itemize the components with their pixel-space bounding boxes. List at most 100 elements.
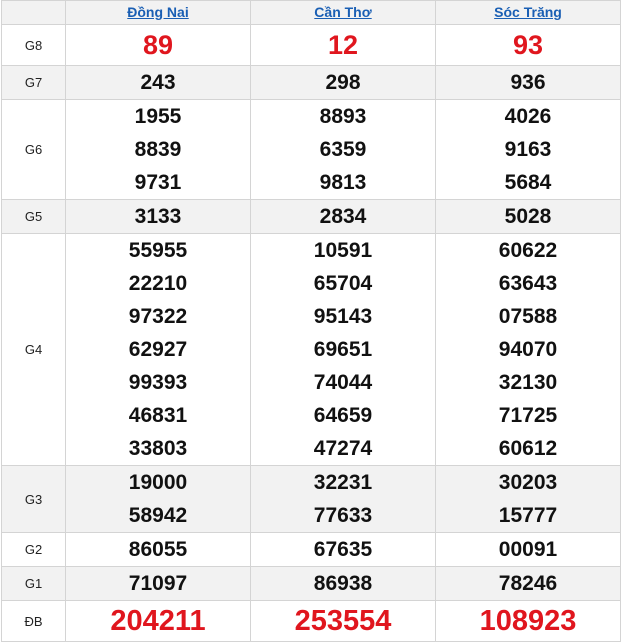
prize-cell: 1955 8839 9731 — [65, 99, 251, 200]
prize-label: G6 — [1, 99, 66, 200]
prize-number: 2834 — [319, 205, 367, 228]
prize-number: 3133 — [134, 205, 182, 228]
prize-cell: 10591 65704 95143 69651 74044 64659 47274 — [250, 233, 436, 466]
prize-number: 46831 — [128, 404, 188, 427]
prize-cell: 298 — [250, 65, 436, 100]
prize-number: 60612 — [498, 437, 558, 460]
prize-number: 94070 — [498, 338, 558, 361]
prize-number: 00091 — [498, 538, 558, 561]
prize-number: 93 — [512, 30, 544, 60]
prize-number: 6359 — [319, 138, 367, 161]
province-link-dong-nai[interactable]: Đồng Nai — [127, 4, 188, 20]
prize-label: G4 — [1, 233, 66, 466]
prize-row-g2: G2 86055 67635 00091 — [1, 532, 621, 567]
prize-cell: 60622 63643 07588 94070 32130 71725 60612 — [435, 233, 621, 466]
prize-number: 4026 — [504, 105, 552, 128]
prize-cell: 12 — [250, 24, 436, 66]
prize-row-g3: G3 19000 58942 32231 77633 30203 15777 — [1, 465, 621, 533]
province-header: Sóc Trăng — [435, 0, 621, 25]
prize-label: G2 — [1, 532, 66, 567]
prize-number: 9731 — [134, 171, 182, 194]
prize-cell: 00091 — [435, 532, 621, 567]
prize-label: ĐB — [1, 600, 66, 642]
prize-cell: 93 — [435, 24, 621, 66]
header-corner — [1, 0, 66, 25]
prize-number: 12 — [327, 30, 359, 60]
prize-number: 243 — [140, 71, 176, 94]
prize-number: 298 — [325, 71, 361, 94]
prize-cell: 78246 — [435, 566, 621, 601]
prize-number: 936 — [510, 71, 546, 94]
results-body: G8 89 12 93 G7 243 298 936 G6 1955 8839 9731 8893 635… — [1, 24, 621, 642]
prize-number: 108923 — [479, 605, 577, 637]
lottery-results-table: Đồng Nai Cần Thơ Sóc Trăng G8 89 12 93 G7 243… — [1, 0, 621, 642]
prize-cell: 936 — [435, 65, 621, 100]
prize-cell: 32231 77633 — [250, 465, 436, 533]
prize-number: 19000 — [128, 471, 188, 494]
prize-number: 55955 — [128, 239, 188, 262]
prize-cell: 19000 58942 — [65, 465, 251, 533]
prize-cell: 243 — [65, 65, 251, 100]
header-row: Đồng Nai Cần Thơ Sóc Trăng — [1, 0, 621, 25]
prize-cell: 89 — [65, 24, 251, 66]
prize-cell: 2834 — [250, 199, 436, 234]
prize-number: 32130 — [498, 371, 558, 394]
prize-number: 22210 — [128, 272, 188, 295]
prize-number: 9813 — [319, 171, 367, 194]
prize-number: 86938 — [313, 572, 373, 595]
prize-row-đb: ĐB 204211 253554 108923 — [1, 600, 621, 642]
prize-row-g8: G8 89 12 93 — [1, 24, 621, 66]
prize-row-g5: G5 3133 2834 5028 — [1, 199, 621, 234]
prize-number: 74044 — [313, 371, 373, 394]
prize-number: 1955 — [134, 105, 182, 128]
province-link-soc-trang[interactable]: Sóc Trăng — [494, 4, 562, 20]
prize-number: 78246 — [498, 572, 558, 595]
prize-number: 30203 — [498, 471, 558, 494]
prize-number: 58942 — [128, 504, 188, 527]
prize-row-g1: G1 71097 86938 78246 — [1, 566, 621, 601]
prize-cell: 3133 — [65, 199, 251, 234]
prize-number: 95143 — [313, 305, 373, 328]
prize-cell: 86938 — [250, 566, 436, 601]
province-link-can-tho[interactable]: Cần Thơ — [314, 4, 371, 20]
prize-row-g7: G7 243 298 936 — [1, 65, 621, 100]
prize-cell: 86055 — [65, 532, 251, 567]
prize-number: 9163 — [504, 138, 552, 161]
prize-cell: 108923 — [435, 600, 621, 642]
prize-number: 89 — [142, 30, 174, 60]
prize-number: 33803 — [128, 437, 188, 460]
prize-label: G8 — [1, 24, 66, 66]
prize-number: 97322 — [128, 305, 188, 328]
prize-number: 253554 — [294, 605, 392, 637]
prize-number: 86055 — [128, 538, 188, 561]
prize-number: 47274 — [313, 437, 373, 460]
prize-number: 8893 — [319, 105, 367, 128]
prize-cell: 30203 15777 — [435, 465, 621, 533]
province-header: Đồng Nai — [65, 0, 251, 25]
prize-number: 67635 — [313, 538, 373, 561]
prize-number: 77633 — [313, 504, 373, 527]
prize-number: 62927 — [128, 338, 188, 361]
prize-number: 69651 — [313, 338, 373, 361]
prize-cell: 204211 — [65, 600, 251, 642]
prize-number: 60622 — [498, 239, 558, 262]
prize-cell: 71097 — [65, 566, 251, 601]
prize-row-g6: G6 1955 8839 9731 8893 6359 9813 4026 9163 5684 — [1, 99, 621, 200]
prize-number: 65704 — [313, 272, 373, 295]
prize-number: 15777 — [498, 504, 558, 527]
prize-number: 63643 — [498, 272, 558, 295]
prize-number: 10591 — [313, 239, 373, 262]
prize-label: G1 — [1, 566, 66, 601]
prize-row-g4: G4 55955 22210 97322 62927 99393 46831 33803 105… — [1, 233, 621, 466]
prize-cell: 8893 6359 9813 — [250, 99, 436, 200]
prize-number: 8839 — [134, 138, 182, 161]
prize-cell: 5028 — [435, 199, 621, 234]
province-header: Cần Thơ — [250, 0, 436, 25]
prize-label: G5 — [1, 199, 66, 234]
prize-number: 5028 — [504, 205, 552, 228]
prize-number: 5684 — [504, 171, 552, 194]
prize-number: 71725 — [498, 404, 558, 427]
prize-label: G7 — [1, 65, 66, 100]
prize-number: 64659 — [313, 404, 373, 427]
prize-number: 204211 — [110, 605, 206, 637]
